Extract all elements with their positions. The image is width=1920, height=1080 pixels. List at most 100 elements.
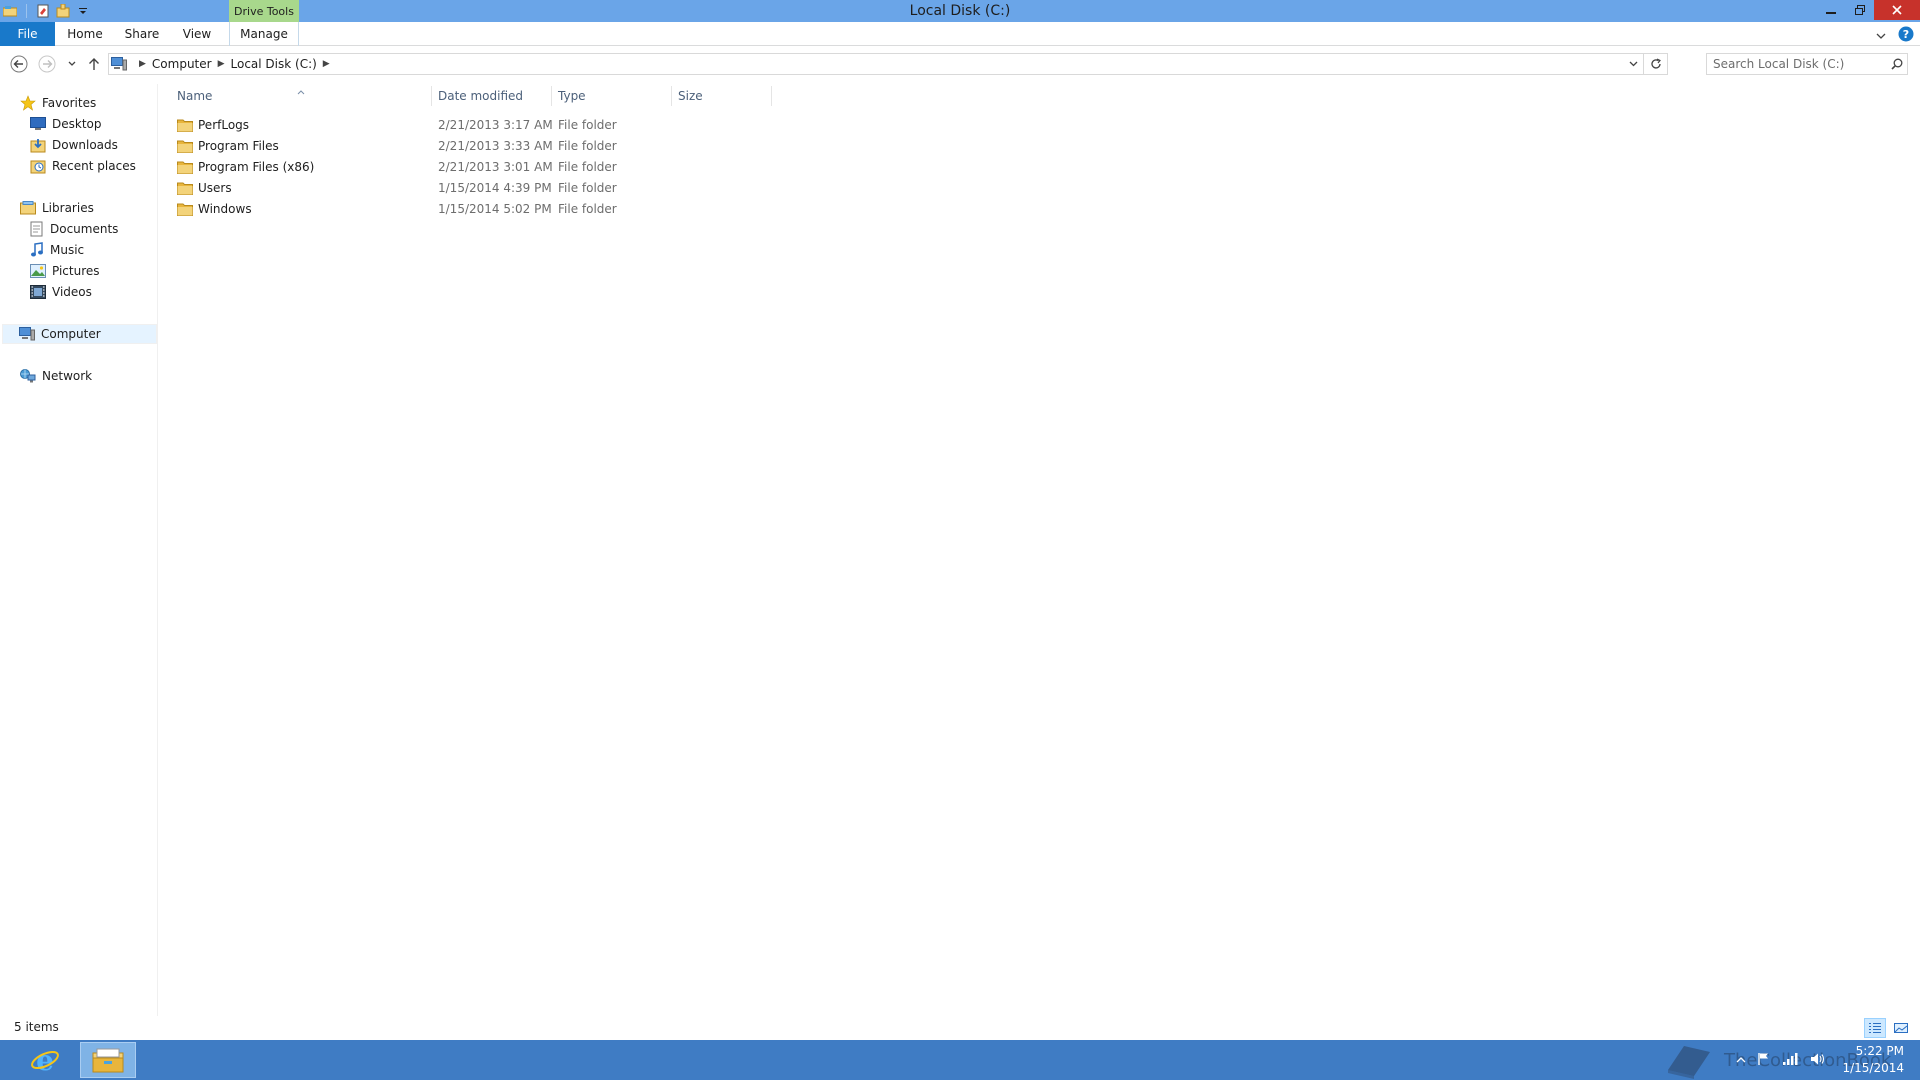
nav-videos-label: Videos [52, 285, 92, 299]
libraries-icon [20, 201, 36, 215]
nav-downloads-label: Downloads [52, 138, 118, 152]
computer-icon [111, 57, 127, 71]
nav-downloads[interactable]: Downloads [30, 135, 118, 155]
column-separator[interactable] [551, 86, 552, 106]
breadcrumb-local-disk[interactable]: Local Disk (C:) [231, 57, 317, 71]
table-row[interactable]: Program Files 2/21/2013 3:33 AM File fol… [174, 136, 774, 156]
search-input[interactable] [1713, 57, 1887, 71]
table-row[interactable]: Windows 1/15/2014 5:02 PM File folder [174, 199, 774, 219]
network-status-icon[interactable] [1782, 1052, 1798, 1069]
nav-network[interactable]: Network [20, 366, 92, 386]
breadcrumb-computer[interactable]: Computer [152, 57, 212, 71]
column-separator[interactable] [671, 86, 672, 106]
column-header-type-label: Type [558, 89, 586, 103]
taskbar: e TheCollectionBook 5:22 PM 1/15/2014 [0, 1040, 1920, 1080]
customize-qat-dropdown-icon[interactable] [75, 3, 91, 19]
properties-icon[interactable] [35, 3, 51, 19]
file-date-modified: 2/21/2013 3:17 AM [438, 118, 553, 132]
search-box[interactable] [1706, 53, 1908, 75]
address-history-dropdown-icon[interactable] [1623, 61, 1643, 67]
large-icons-view-icon [1894, 1023, 1908, 1033]
column-separator[interactable] [431, 86, 432, 106]
recent-places-icon [30, 160, 46, 174]
recent-locations-button[interactable] [61, 53, 83, 75]
new-folder-icon[interactable] [55, 3, 71, 19]
refresh-icon[interactable] [1643, 54, 1667, 74]
help-icon[interactable]: ? [1898, 26, 1914, 45]
tab-file[interactable]: File [0, 22, 55, 46]
nav-recent-places-label: Recent places [52, 159, 136, 173]
back-arrow-icon [10, 55, 28, 73]
internet-explorer-taskbar-button[interactable]: e [20, 1042, 70, 1078]
ribbon: File Home Share View Manage ? [0, 22, 1920, 46]
volume-icon[interactable] [1810, 1052, 1826, 1069]
column-separator[interactable] [771, 86, 772, 106]
breadcrumb-chevron-icon[interactable]: ▶ [218, 59, 225, 69]
nav-documents[interactable]: Documents [30, 219, 118, 239]
nav-network-label: Network [42, 369, 93, 383]
nav-computer-label: Computer [41, 327, 101, 341]
file-type: File folder [558, 160, 617, 174]
file-date-modified: 1/15/2014 5:02 PM [438, 202, 552, 216]
expand-ribbon-icon[interactable] [1876, 29, 1886, 43]
tab-view[interactable]: View [176, 22, 218, 46]
clock[interactable]: 5:22 PM 1/15/2014 [1842, 1043, 1904, 1077]
desktop-icon [30, 117, 46, 130]
nav-desktop[interactable]: Desktop [30, 114, 102, 134]
tab-manage[interactable]: Manage [229, 22, 299, 46]
nav-libraries[interactable]: Libraries [20, 198, 94, 218]
column-header-date-modified[interactable]: Date modified [438, 84, 548, 108]
title-bar: Drive Tools Local Disk (C:) [0, 0, 1920, 22]
up-button[interactable] [83, 53, 105, 75]
search-icon[interactable] [1887, 58, 1907, 70]
minimize-button[interactable] [1816, 0, 1846, 20]
downloads-icon [30, 139, 46, 153]
nav-computer[interactable]: Computer [2, 324, 157, 344]
clock-time: 5:22 PM [1855, 1044, 1904, 1058]
folder-icon [177, 178, 193, 198]
music-icon [31, 242, 43, 257]
file-date-modified: 2/21/2013 3:33 AM [438, 139, 553, 153]
address-bar[interactable]: ▶ Computer ▶ Local Disk (C:) ▶ [108, 53, 1668, 75]
table-row[interactable]: Users 1/15/2014 4:39 PM File folder [174, 178, 774, 198]
forward-button[interactable] [36, 53, 58, 75]
column-header-size-label: Size [678, 89, 703, 103]
tab-share[interactable]: Share [120, 22, 164, 46]
breadcrumb-chevron-icon[interactable]: ▶ [323, 59, 330, 69]
file-name: PerfLogs [198, 118, 250, 132]
forward-arrow-icon [38, 55, 56, 73]
table-row[interactable]: Program Files (x86) 2/21/2013 3:01 AM Fi… [174, 157, 774, 177]
nav-pictures-label: Pictures [52, 264, 100, 278]
back-button[interactable] [8, 53, 30, 75]
nav-recent-places[interactable]: Recent places [30, 156, 136, 176]
nav-music-label: Music [50, 243, 85, 257]
nav-music[interactable]: Music [30, 240, 84, 260]
book-icon [1668, 1046, 1710, 1079]
restore-button[interactable] [1846, 0, 1874, 20]
details-view-button[interactable] [1864, 1018, 1886, 1038]
nav-videos[interactable]: Videos [30, 282, 92, 302]
explorer-icon[interactable] [2, 3, 18, 19]
file-name: Users [198, 181, 232, 195]
restore-icon [1855, 5, 1865, 15]
navigation-pane: Favorites Desktop Downloads Recent place… [0, 84, 158, 1016]
clock-date: 1/15/2014 [1842, 1061, 1904, 1075]
file-explorer-taskbar-button[interactable] [80, 1042, 136, 1078]
column-header-name[interactable]: Name [177, 84, 437, 108]
action-center-flag-icon[interactable] [1758, 1052, 1770, 1069]
nav-pictures[interactable]: Pictures [30, 261, 100, 281]
nav-favorites[interactable]: Favorites [20, 93, 96, 113]
sort-ascending-icon [297, 84, 305, 98]
table-row[interactable]: PerfLogs 2/21/2013 3:17 AM File folder [174, 115, 774, 135]
star-icon [20, 95, 36, 111]
column-header-type[interactable]: Type [558, 84, 668, 108]
show-hidden-icons-icon[interactable] [1736, 1053, 1746, 1067]
close-button[interactable] [1874, 0, 1920, 20]
file-list-view: Name Date modified Type Size PerfLogs 2/… [160, 84, 1920, 1016]
tab-home[interactable]: Home [62, 22, 108, 46]
qat-separator [26, 4, 27, 18]
breadcrumb-chevron-icon[interactable]: ▶ [139, 59, 146, 69]
large-icons-view-button[interactable] [1890, 1018, 1912, 1038]
column-header-size[interactable]: Size [678, 84, 768, 108]
ribbon-controls: ? [1876, 26, 1914, 45]
